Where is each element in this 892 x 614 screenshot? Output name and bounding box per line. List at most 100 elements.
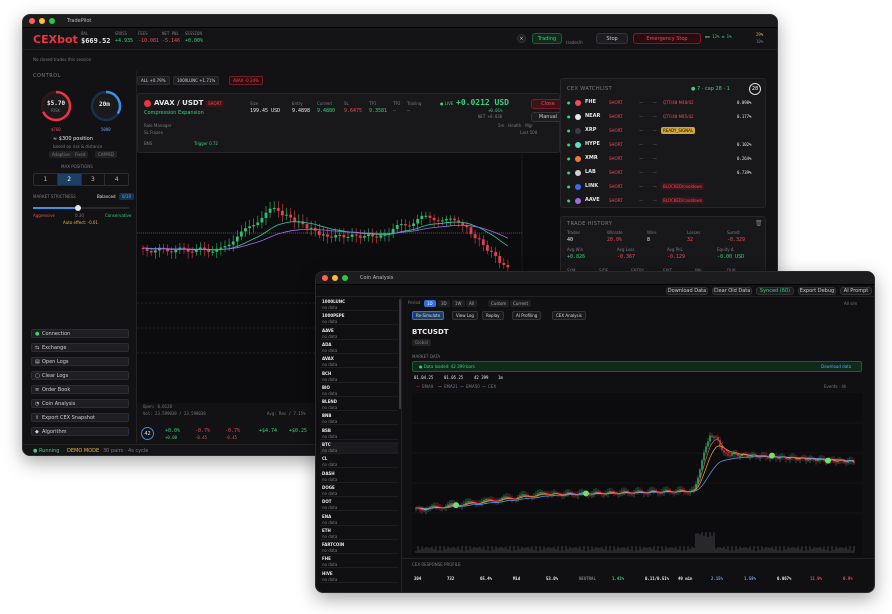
symbol-status: no data (322, 448, 338, 453)
symbol-list-scrollbar[interactable] (399, 299, 401, 409)
strictness-slider[interactable] (33, 205, 129, 211)
symbol-status: no data (322, 376, 338, 382)
signal-marker[interactable] (583, 490, 589, 497)
analysis-action-button[interactable]: Re-Simulate (412, 311, 445, 320)
export-debug-button[interactable]: Export Debug (798, 287, 836, 295)
trading-status-button[interactable]: Trading (532, 33, 562, 44)
close-window-button[interactable] (29, 18, 35, 24)
symbol-list-item[interactable]: DASH no data (320, 471, 398, 483)
filter-all[interactable]: ALL +0.79% (137, 76, 170, 85)
symbol-list-item[interactable]: BIO no data (320, 385, 398, 397)
coin-price-chart[interactable] (412, 393, 862, 556)
watchlist-row[interactable]: ● AAVE SHORT — — BLOCKED/cooldown (565, 195, 761, 208)
slider-thumb[interactable] (75, 205, 82, 211)
open-logs-button[interactable]: ▤ Open Logs (31, 357, 129, 366)
minimize-window-button[interactable] (39, 18, 45, 24)
synced-button[interactable]: Synced (60) (756, 287, 794, 295)
analysis-action-button[interactable]: CEX Analysis (552, 311, 586, 320)
symbol-list-item[interactable]: ENA no data (320, 514, 398, 526)
clear-logs-button[interactable]: ▢ Clear Logs (31, 371, 129, 380)
clear-old-data-button[interactable]: Clear Old Data (712, 287, 752, 295)
signal-marker[interactable] (769, 452, 775, 459)
ai-prompt-button[interactable]: AI Prompt (840, 287, 872, 295)
settings-icon[interactable]: × (517, 34, 526, 43)
zoom-window-button[interactable] (49, 18, 55, 24)
close-window-button-2[interactable] (322, 275, 328, 281)
watchlist-dash: — (653, 170, 657, 175)
watchlist-row[interactable]: ● FHE SHORT — — QTF/48 M48/42 0.098% (565, 97, 761, 110)
legend-label[interactable]: CEX (488, 385, 496, 389)
positions-option-3[interactable]: 3 (82, 174, 106, 185)
symbol-list-item[interactable]: BSB no data (320, 428, 398, 440)
watchlist-row[interactable]: ● LAB SHORT — — 0.739% (565, 167, 761, 180)
legend-label[interactable]: EMA21 (444, 385, 458, 389)
symbol-list-item[interactable]: BTC no data (320, 442, 398, 454)
symbol-list-item[interactable]: DOGE no data (320, 485, 398, 497)
trash-icon[interactable]: 🗑 (755, 221, 763, 227)
analysis-action-button[interactable]: AI Profiling (512, 311, 542, 320)
symbol-list-item[interactable]: 1000LUNC no data (320, 299, 398, 311)
candle-body (451, 503, 453, 505)
watchlist-row[interactable]: ● NEAR SHORT — — QTF/48 M85/42 0.177% (565, 111, 761, 124)
signal-marker[interactable] (453, 502, 459, 509)
period-option[interactable]: Current (510, 300, 532, 307)
date-from[interactable]: 01.04.25 (414, 376, 433, 380)
symbol-list-item[interactable]: BLEND no data (320, 399, 398, 412)
symbol-list-item[interactable]: FARTCOIN no data (320, 542, 398, 555)
chip-fixed[interactable]: Fixed (72, 151, 89, 158)
period-option[interactable]: 1D (424, 300, 436, 307)
analysis-action-button[interactable]: Replay (482, 311, 504, 320)
symbol-list-item[interactable]: HIVE no data (320, 571, 398, 583)
watchlist-row[interactable]: ● HYPE SHORT — — 0.102% (565, 139, 761, 152)
positions-option-4[interactable]: 4 (105, 174, 128, 185)
download-data-link[interactable]: Download data (821, 365, 851, 369)
symbol-list-item[interactable]: AVAX no data (320, 356, 398, 369)
positions-option-1[interactable]: 1 (34, 174, 58, 185)
download-data-button[interactable]: Download Data (666, 287, 708, 295)
timeframe[interactable]: 1m (498, 376, 503, 380)
session-value: +0.00% (185, 38, 204, 44)
period-option[interactable]: All (466, 300, 477, 307)
coin-analysis-window: Coin Analysis Download Data Clear Old Da… (315, 271, 875, 593)
legend-label[interactable]: EMA50 (466, 385, 480, 389)
coin-icon (575, 156, 581, 162)
watchlist-row[interactable]: ● XRP SHORT — — READY_SIGNAL (565, 125, 761, 138)
period-option[interactable]: Custom (488, 300, 510, 307)
positions-option-2[interactable]: 2 (57, 174, 82, 185)
zoom-window-button-2[interactable] (342, 275, 348, 281)
algorithm-button[interactable]: ◆ Algorithm (31, 427, 129, 436)
symbol-list-item[interactable]: 1000PEPE no data (320, 313, 398, 326)
legend-label[interactable]: EMA9 (422, 385, 433, 389)
volume-bar (551, 548, 553, 553)
symbol-list-item[interactable]: CL no data (320, 456, 398, 469)
symbol-list-item[interactable]: DOT no data (320, 499, 398, 512)
date-to[interactable]: 01.05.25 (444, 376, 463, 380)
coin-analysis-button[interactable]: ◔ Coin Analysis (31, 399, 129, 408)
period-option[interactable]: 1W (452, 300, 465, 307)
max-positions-label: MAX POSITIONS (61, 164, 93, 169)
signal-marker[interactable] (825, 457, 831, 464)
candle-body (441, 508, 443, 510)
emergency-stop-button[interactable]: Emergency Stop (633, 33, 701, 44)
stop-button[interactable]: Stop (596, 33, 628, 44)
export-cex-snapshot-button[interactable]: ⇪ Export CEX Snapshot (31, 413, 129, 422)
symbol-list-item[interactable]: ADA no data (320, 342, 398, 354)
symbol-list-item[interactable]: AAVE no data (320, 328, 398, 340)
symbol-list-item[interactable]: FHE no data (320, 556, 398, 569)
watchlist-row[interactable]: ● XMR SHORT — — 0.264% (565, 153, 761, 166)
watchlist-row[interactable]: ● LINK SHORT — — BLOCKED/cooldown (565, 181, 761, 194)
symbol-list-item[interactable]: BNB no data (320, 413, 398, 426)
chip-adaptive[interactable]: Adaptive (49, 151, 73, 158)
exchange-button[interactable]: ⇆ Exchange (31, 343, 129, 352)
analysis-action-button[interactable]: View Log (452, 311, 478, 320)
connection-button[interactable]: ● Connection (31, 329, 129, 338)
period-option[interactable]: 3D (438, 300, 450, 307)
minimize-window-button-2[interactable] (332, 275, 338, 281)
filter-1000lunc[interactable]: 1000LUNC +1.71% (173, 76, 220, 85)
symbol-list-item[interactable]: BCH no data (320, 371, 398, 383)
chip-capped[interactable]: CAPPED (95, 151, 117, 158)
symbol-list-item[interactable]: ETH no data (320, 528, 398, 540)
filter-avax[interactable]: AVAX -0.24% (229, 76, 263, 85)
volume-bar (761, 546, 763, 553)
order-book-button[interactable]: ≡ Order Book (31, 385, 129, 394)
